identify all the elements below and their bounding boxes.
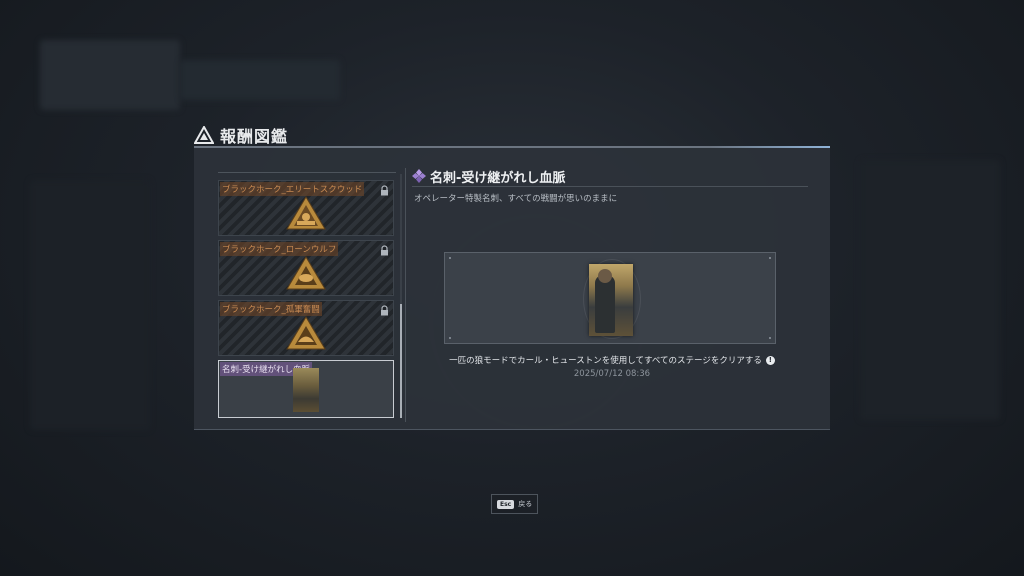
panel-accent-line	[710, 146, 830, 148]
detail-title: 名刺-受け継がれし血脈	[430, 170, 566, 186]
lock-icon	[381, 185, 388, 196]
list-item-selected[interactable]: 名刺-受け継がれし血脈	[218, 360, 394, 418]
lone-wolf-emblem-icon	[286, 256, 326, 290]
esc-key-icon: Esc	[497, 499, 515, 509]
info-icon[interactable]: !	[765, 356, 775, 365]
list-item-label: ブラックホーク_ローンウルフ	[220, 242, 339, 256]
purple-diamond-icon	[412, 169, 426, 183]
bg-blur-block	[40, 40, 180, 110]
bg-blur-block	[860, 160, 1000, 420]
frame-corner	[449, 337, 451, 339]
name-card-preview	[444, 252, 776, 344]
frame-corner	[769, 337, 771, 339]
detail-description: オペレーター特製名刺、すべての戦闘が思いのままに	[414, 194, 618, 204]
bg-blur-block	[180, 60, 340, 100]
panel-divider	[405, 168, 406, 422]
list-item-label: ブラックホーク_孤軍奮闘	[220, 302, 322, 316]
scrollbar-thumb[interactable]	[400, 304, 402, 418]
lone-battle-emblem-icon	[286, 316, 326, 350]
unlock-timestamp: 2025/07/12 08:36	[573, 369, 651, 379]
lock-icon	[381, 245, 388, 256]
list-item[interactable]: ブラックホーク_孤軍奮闘	[218, 300, 394, 356]
list-item[interactable]: ブラックホーク_エリートスクウッド	[218, 180, 394, 236]
list-top-divider	[218, 172, 396, 173]
list-scrollbar[interactable]	[400, 174, 402, 418]
lock-icon	[381, 305, 388, 316]
back-button[interactable]: Esc 戻る	[491, 494, 539, 514]
frame-corner	[449, 257, 451, 259]
unlock-condition: 一匹の狼モードでカール・ヒューストンを使用してすべてのステージをクリアする!	[442, 354, 782, 366]
window-title: 報酬図鑑	[220, 127, 289, 146]
list-item[interactable]: ブラックホーク_ローンウルフ	[218, 240, 394, 296]
soldier-head	[598, 269, 612, 283]
window-title-bar: 報酬図鑑	[194, 123, 288, 147]
frame-corner	[769, 257, 771, 259]
unlock-condition-text: 一匹の狼モードでカール・ヒューストンを使用してすべてのステージをクリアする	[449, 356, 762, 366]
bg-blur-block	[30, 180, 150, 430]
triangle-logo-icon	[194, 126, 214, 144]
elite-squad-emblem-icon	[286, 196, 326, 230]
detail-header: 名刺-受け継がれし血脈	[412, 166, 808, 187]
soldier-figure	[595, 275, 615, 333]
reward-collection-panel: ブラックホーク_エリートスクウッド ブラックホーク_ローンウルフ ブラックホーク…	[194, 146, 830, 430]
name-card-thumbnail	[293, 368, 319, 412]
list-item-label: ブラックホーク_エリートスクウッド	[220, 182, 365, 196]
back-label: 戻る	[518, 500, 533, 508]
reward-list[interactable]: ブラックホーク_エリートスクウッド ブラックホーク_ローンウルフ ブラックホーク…	[218, 174, 396, 420]
